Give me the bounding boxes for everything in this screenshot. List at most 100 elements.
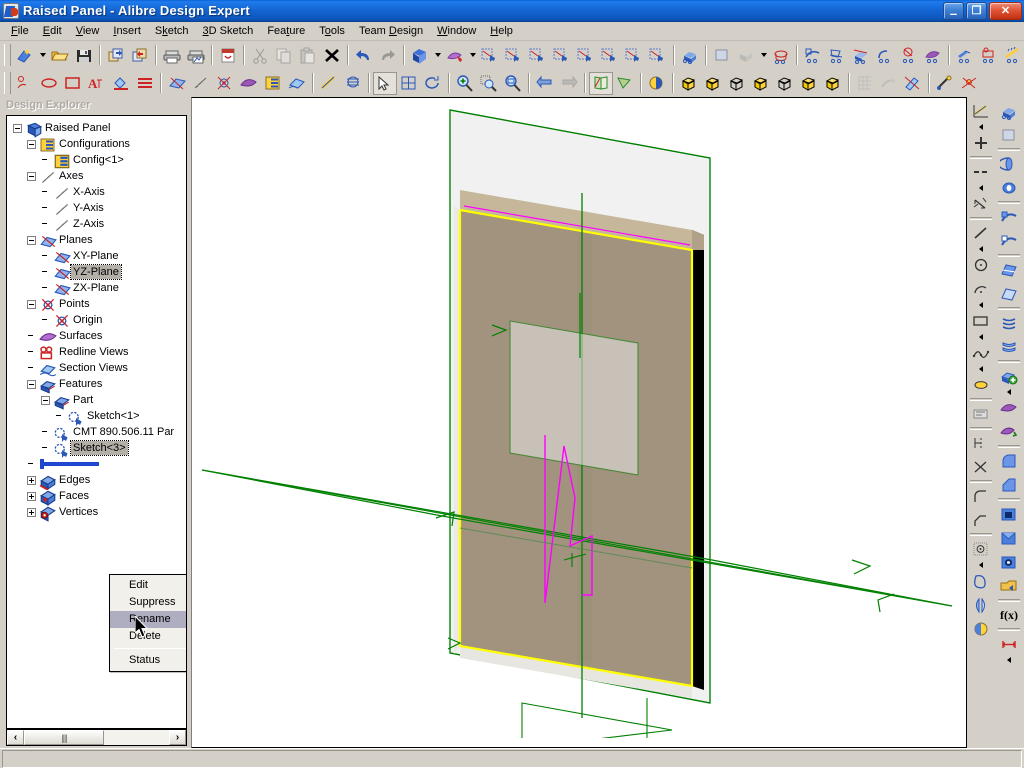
zoom-fit-icon[interactable] <box>501 72 525 95</box>
tree-item-part[interactable]: Part <box>9 392 186 408</box>
sweep-cut-icon[interactable] <box>997 229 1021 253</box>
more-options-arrow[interactable] <box>997 656 1021 664</box>
scroll-thumb[interactable]: |||| <box>24 730 104 745</box>
collapse-icon[interactable] <box>27 300 36 309</box>
scroll-left-button[interactable]: ‹ <box>7 730 24 745</box>
dimension-3d-icon[interactable] <box>997 632 1021 656</box>
menu-view[interactable]: View <box>69 23 107 40</box>
equation-icon[interactable]: f(x) <box>997 603 1021 627</box>
shell-3d-icon[interactable] <box>997 502 1021 526</box>
context-menu-item-status[interactable]: Status <box>110 652 187 669</box>
menu-3d-sketch[interactable]: 3D Sketch <box>196 23 261 40</box>
surface-offset-icon[interactable] <box>997 420 1021 444</box>
scroll-right-button[interactable]: › <box>169 730 186 745</box>
draft-icon[interactable] <box>921 44 945 67</box>
section-view-icon[interactable] <box>285 72 309 95</box>
select-surface-icon[interactable] <box>443 44 467 67</box>
hole-3d-icon[interactable] <box>997 550 1021 574</box>
select-arrow-icon[interactable] <box>373 72 397 95</box>
zoom-next-icon[interactable] <box>557 72 581 95</box>
zoom-previous-icon[interactable] <box>533 72 557 95</box>
physical-properties-icon[interactable] <box>341 72 365 95</box>
tree-item-vertices[interactable]: Vertices <box>9 504 186 520</box>
explorer-horizontal-scrollbar[interactable]: ‹ |||| › <box>6 729 187 746</box>
sketch-text-icon[interactable]: A <box>85 72 109 95</box>
tree-item-config-1[interactable]: Config<1> <box>9 152 186 168</box>
menu-insert[interactable]: Insert <box>106 23 148 40</box>
more-options-arrow[interactable] <box>969 123 993 131</box>
new-part-icon[interactable] <box>13 44 37 67</box>
draft-3d-icon[interactable] <box>997 526 1021 550</box>
sketch-lines-icon[interactable] <box>133 72 157 95</box>
select-part-icon[interactable] <box>478 44 502 67</box>
sweep-icon[interactable] <box>801 44 825 67</box>
select-edge-icon[interactable] <box>526 44 550 67</box>
add-material-icon[interactable] <box>997 364 1021 388</box>
measure-icon[interactable] <box>317 72 341 95</box>
select-vertex-icon[interactable] <box>550 44 574 67</box>
render-icon[interactable] <box>645 72 669 95</box>
zoom-in-icon[interactable] <box>453 72 477 95</box>
sketch-rectangle-icon[interactable] <box>61 72 85 95</box>
view-wireframe-icon[interactable] <box>725 72 749 95</box>
expand-icon[interactable] <box>27 476 36 485</box>
insert-axis-icon[interactable] <box>189 72 213 95</box>
loft-boss-icon[interactable] <box>997 258 1021 282</box>
collapse-icon[interactable] <box>41 396 50 405</box>
rectangle-tool-icon[interactable] <box>969 309 993 333</box>
grid-icon[interactable] <box>853 72 877 95</box>
collapse-icon[interactable] <box>13 124 22 133</box>
cut-icon[interactable] <box>248 44 272 67</box>
revolve-boss-icon[interactable] <box>997 152 1021 176</box>
hole-icon[interactable] <box>977 44 1001 67</box>
tree-item-features[interactable]: Features <box>9 376 186 392</box>
shade-dropdown[interactable] <box>758 44 769 67</box>
graphics-viewport[interactable] <box>191 97 967 748</box>
expand-icon[interactable] <box>27 492 36 501</box>
export-pdf-icon[interactable] <box>216 44 240 67</box>
loft-cut-icon[interactable] <box>997 282 1021 306</box>
tree-item-redline-views[interactable]: Redline Views <box>9 344 186 360</box>
design-explorer-panel[interactable]: Raised PanelConfigurationsConfig<1>AxesX… <box>6 115 187 729</box>
tree-item-faces[interactable]: Faces <box>9 488 186 504</box>
more-options-arrow[interactable] <box>969 184 993 192</box>
tree-item-planes[interactable]: Planes <box>9 232 186 248</box>
tree-item-yz-plane[interactable]: YZ-Plane <box>9 264 186 280</box>
offset-tool-icon[interactable] <box>969 431 993 455</box>
tree-item-configurations[interactable]: Configurations <box>9 136 186 152</box>
sketch-ellipse-icon[interactable] <box>37 72 61 95</box>
check-out-icon[interactable] <box>128 44 152 67</box>
chamfer-icon[interactable] <box>897 44 921 67</box>
tree-item-origin[interactable]: Origin <box>9 312 186 328</box>
check-in-icon[interactable] <box>104 44 128 67</box>
context-menu-item-suppress[interactable]: Suppress <box>110 594 187 611</box>
menu-help[interactable]: Help <box>483 23 520 40</box>
redo-icon[interactable] <box>376 44 400 67</box>
print-preview-icon[interactable] <box>184 44 208 67</box>
trim-tool-icon[interactable] <box>969 455 993 479</box>
view-iso-icon[interactable] <box>677 72 701 95</box>
menu-sketch[interactable]: Sketch <box>148 23 196 40</box>
sketch-fill-icon[interactable] <box>109 72 133 95</box>
menu-tools[interactable]: Tools <box>312 23 352 40</box>
surface-icon[interactable] <box>997 396 1021 420</box>
tree-item-section-views[interactable]: Section Views <box>9 360 186 376</box>
configurations-icon[interactable] <box>261 72 285 95</box>
spline-tool-icon[interactable] <box>969 341 993 365</box>
tree-item-x-axis[interactable]: X-Axis <box>9 184 186 200</box>
tree-item-sketch-1[interactable]: Sketch<1> <box>9 408 186 424</box>
insert-point-icon[interactable] <box>213 72 237 95</box>
tree-item-z-axis[interactable]: Z-Axis <box>9 216 186 232</box>
pattern-2d-icon[interactable] <box>969 537 993 561</box>
color-icon[interactable] <box>901 72 925 95</box>
rollback-bar-icon[interactable] <box>39 457 119 472</box>
view-top-icon[interactable] <box>749 72 773 95</box>
mirror-2d-icon[interactable] <box>969 593 993 617</box>
revolve-cut-icon[interactable] <box>997 176 1021 200</box>
tree-item-cmt-890-506-11-par[interactable]: CMT 890.506.11 Par <box>9 424 186 440</box>
appearance-icon[interactable] <box>933 72 957 95</box>
view-right-icon[interactable] <box>797 72 821 95</box>
project-to-sketch-icon[interactable] <box>969 617 993 641</box>
construction-line-icon[interactable] <box>969 160 993 184</box>
tree-item-points[interactable]: Points <box>9 296 186 312</box>
